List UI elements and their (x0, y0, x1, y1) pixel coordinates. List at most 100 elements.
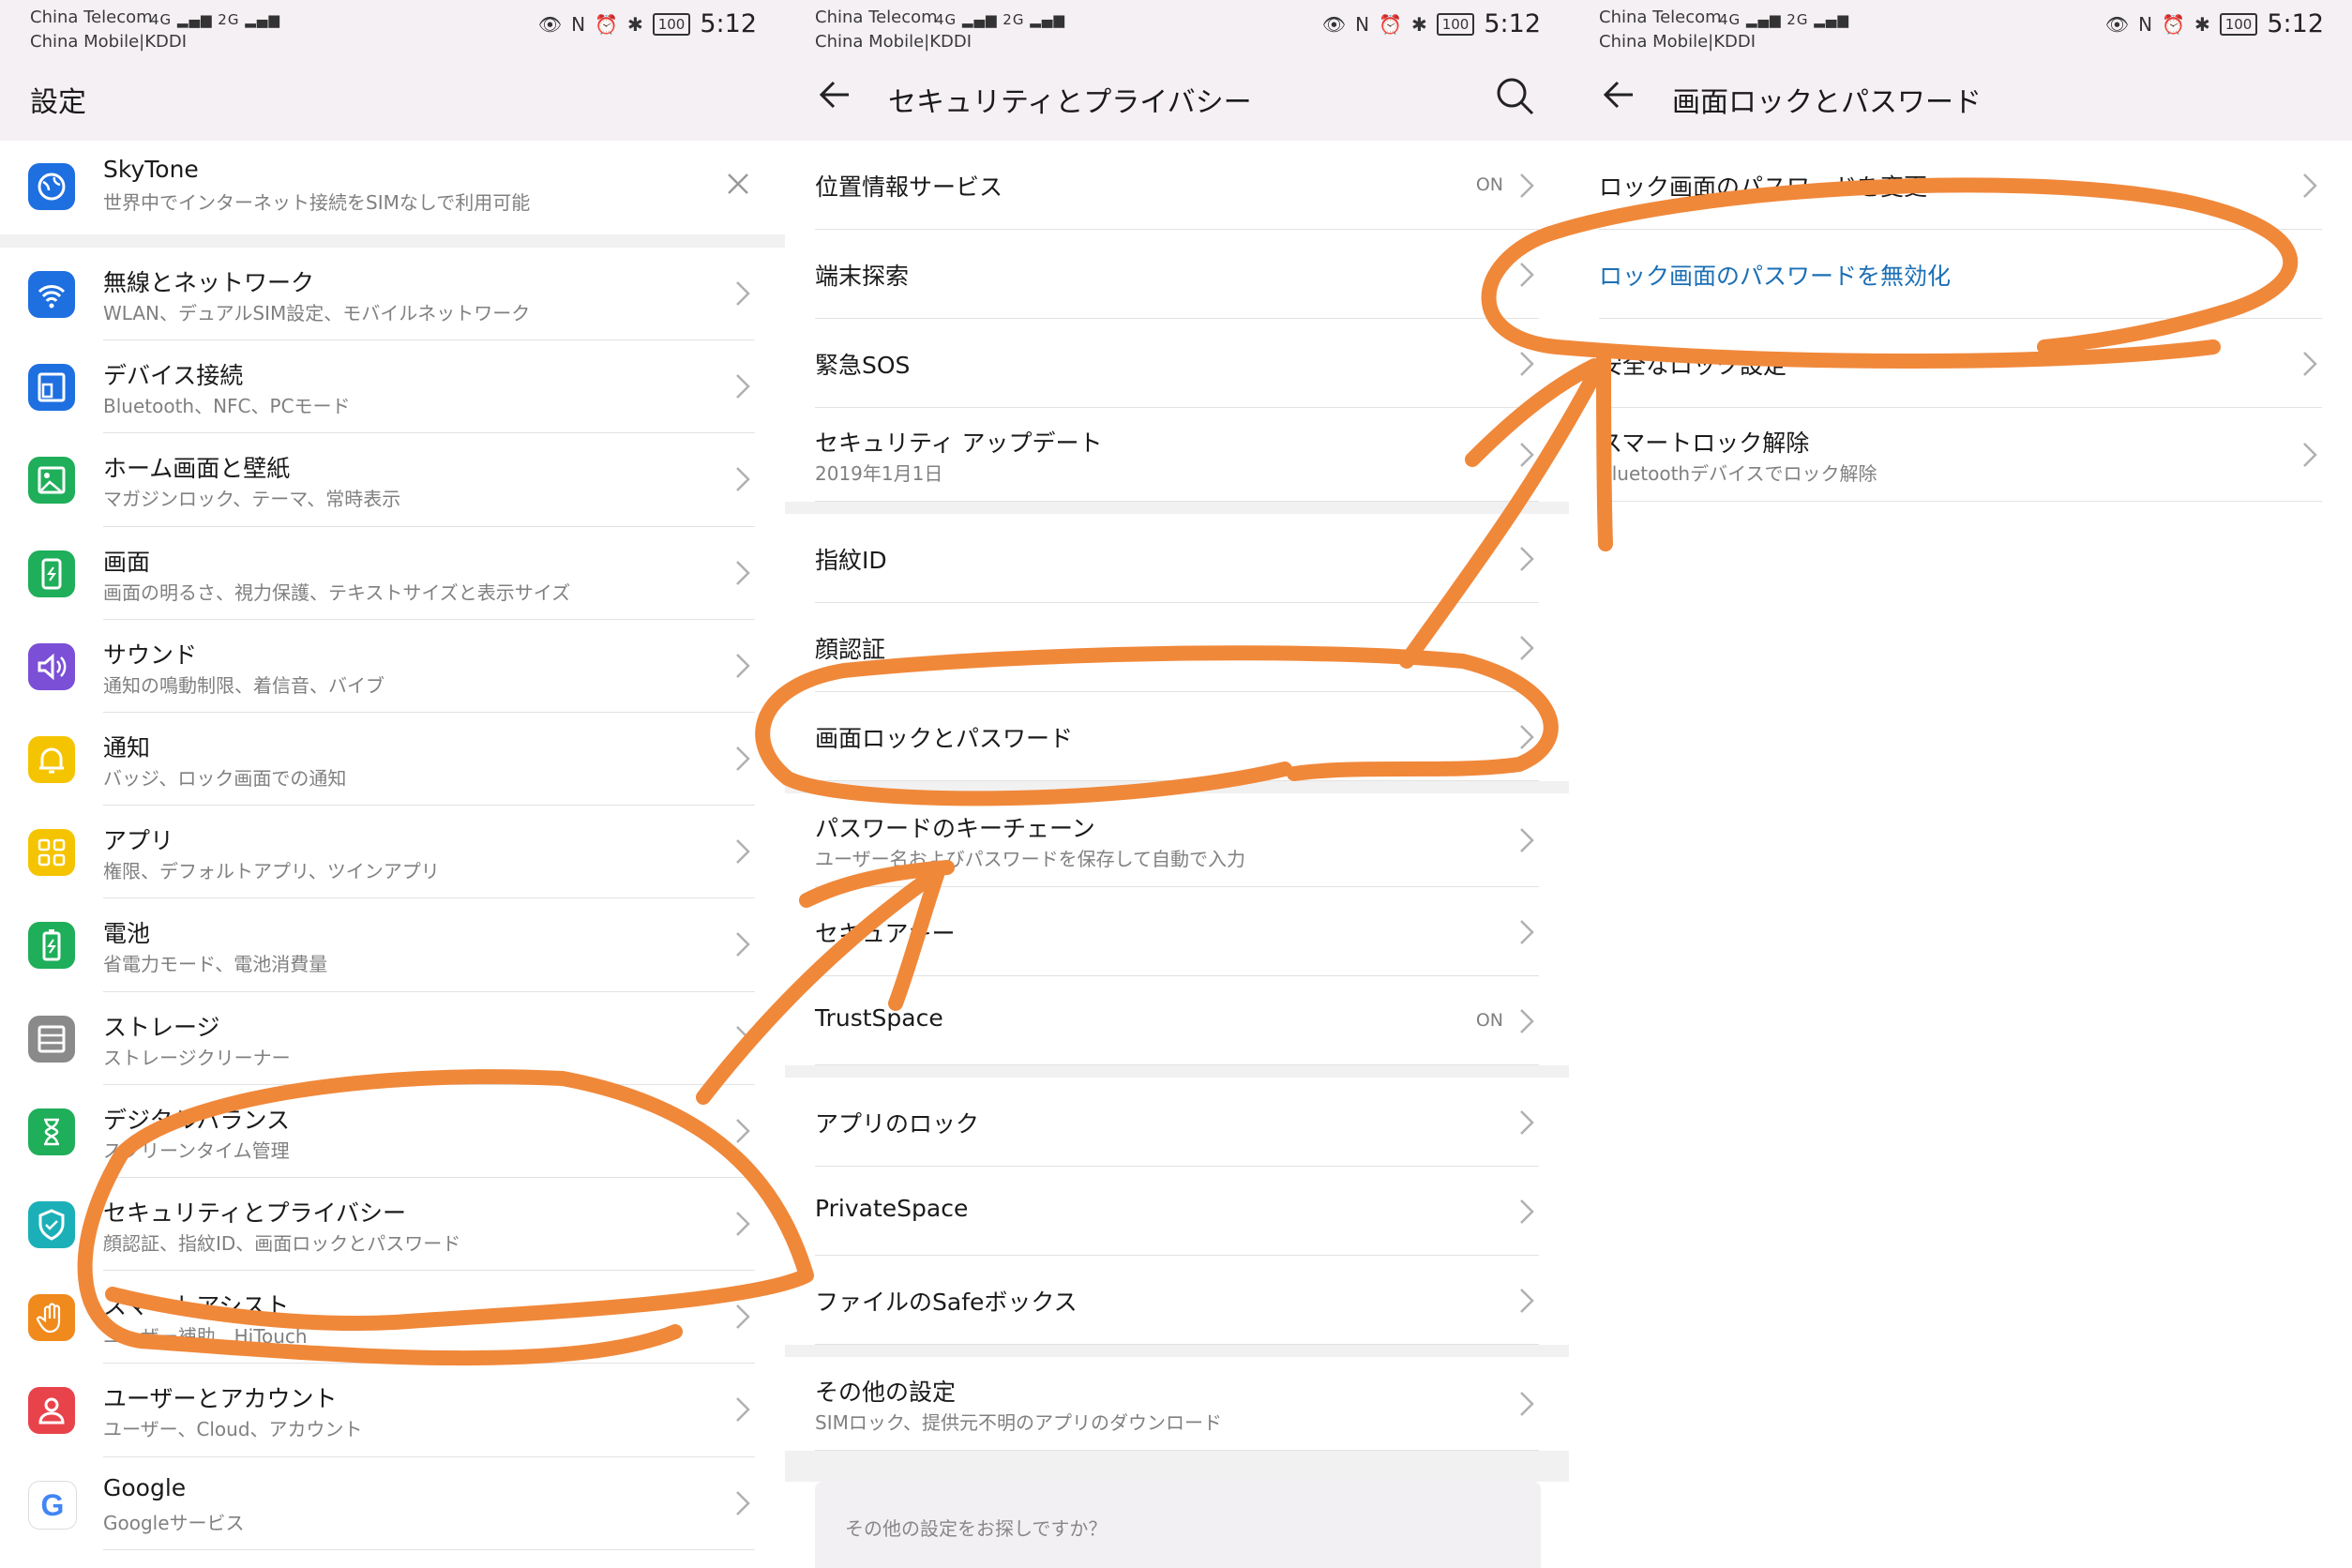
security-item-7[interactable]: パスワードのキーチェーン ユーザー名およびパスワードを保存して自動で入力 (785, 793, 1569, 887)
chevron-right-icon (734, 745, 751, 773)
hourglass-icon (28, 1108, 75, 1155)
status-on-label: ON (1475, 1009, 1503, 1031)
settings-item-5[interactable]: 通知 バッジ、ロック画面での通知 (0, 713, 785, 807)
lock-item-title: スマートロック解除 (1599, 430, 1810, 457)
close-icon[interactable] (725, 171, 751, 197)
settings-item-4[interactable]: サウンド 通知の鳴動制限、着信音、バイブ (0, 620, 785, 713)
chevron-right-icon (1518, 261, 1535, 289)
chevron-right-icon (1518, 1007, 1535, 1035)
security-item-8[interactable]: セキュアキー (785, 887, 1569, 976)
settings-item-2[interactable]: ホーム画面と壁紙 マガジンロック、テーマ、常時表示 (0, 433, 785, 527)
chevron-right-icon (734, 465, 751, 493)
bluetooth-icon: ✱ (1410, 12, 1427, 36)
eye-icon: 👁 (2104, 12, 2130, 36)
security-item-0[interactable]: 位置情報サービス ON (785, 141, 1569, 230)
security-item-4[interactable]: 指紋ID (785, 514, 1569, 603)
settings-item-0[interactable]: 無線とネットワーク WLAN、デュアルSIM設定、モバイルネットワーク (0, 248, 785, 341)
carrier-2: China Mobile|KDDI (30, 32, 188, 52)
security-item-title: PrivateSpace (815, 1195, 969, 1222)
security-item-6[interactable]: 画面ロックとパスワード (785, 692, 1569, 781)
chevron-right-icon (2301, 441, 2318, 469)
settings-item-12[interactable]: ユーザーとアカウント ユーザー、Cloud、アカウント (0, 1364, 785, 1457)
settings-item-1[interactable]: デバイス接続 Bluetooth、NFC、PCモード (0, 340, 785, 434)
settings-item-title: ホーム画面と壁紙 (103, 455, 291, 483)
settings-item-6[interactable]: アプリ 権限、デフォルトアプリ、ツインアプリ (0, 806, 785, 899)
app-bar: 設定 (0, 58, 785, 141)
settings-item-title: ストレージ (103, 1013, 220, 1041)
settings-item-8[interactable]: ストレージストレージクリーナー (0, 992, 785, 1085)
settings-item-3[interactable]: 画面 画面の明るさ、視力保護、テキストサイズと表示サイズ (0, 527, 785, 620)
settings-item-subtitle: Bluetooth、NFC、PCモード (103, 395, 351, 418)
storage-icon (28, 1015, 75, 1063)
eye-icon: 👁 (1321, 12, 1347, 36)
settings-item-subtitle: ユーザー、Cloud、アカウント (103, 1418, 363, 1441)
settings-item-subtitle: ストレージクリーナー (103, 1046, 291, 1069)
settings-item-title: 通知 (103, 734, 151, 761)
wifi-icon (28, 271, 75, 318)
lock-item-2[interactable]: 安全なロック設定 (1569, 319, 2352, 408)
security-item-11[interactable]: PrivateSpace (785, 1167, 1569, 1256)
sound-icon (28, 642, 75, 690)
search-suggestion-text: その他の設定をお探しですか？ (845, 1517, 1108, 1540)
security-item-12[interactable]: ファイルのSafeボックス (785, 1256, 1569, 1345)
security-item-5[interactable]: 顔認証 (785, 603, 1569, 692)
nfc-icon: N (1355, 12, 1370, 36)
app-bar: セキュリティとプライバシー (785, 58, 1569, 141)
security-item-title: 顔認証 (815, 636, 886, 663)
security-item-2[interactable]: 緊急SOS (785, 319, 1569, 408)
section-divider (785, 1345, 1569, 1357)
security-item-title: 端末探索 (815, 263, 910, 290)
settings-item-subtitle: スクリーンタイム管理 (103, 1138, 290, 1162)
security-item-3[interactable]: セキュリティ アップデート 2019年1月1日 (785, 408, 1569, 502)
status-right: 👁 N ⏰ ✱ 100 5:12 (2105, 9, 2324, 38)
settings-item-7[interactable]: 電池 省電力モード、電池消費量 (0, 898, 785, 992)
section-divider (785, 502, 1569, 514)
device-connection-icon (28, 364, 75, 412)
settings-item-11[interactable]: スマートアシスト ユーザー補助、HiTouch (0, 1271, 785, 1364)
signal-icon: 4G ▂▄▆ 2G ▂▄▆ (935, 11, 1065, 28)
settings-item-subtitle: 画面の明るさ、視力保護、テキストサイズと表示サイズ (103, 580, 571, 604)
settings-item-9[interactable]: デジタルバランス スクリーンタイム管理 (0, 1085, 785, 1178)
row-separator (815, 1344, 1539, 1345)
row-separator (103, 1548, 755, 1550)
back-arrow-icon[interactable] (1595, 71, 1642, 118)
display-icon (28, 550, 75, 597)
lock-item-0[interactable]: ロック画面のパスワードを変更 (1569, 141, 2352, 230)
google-icon: G (28, 1480, 77, 1530)
chevron-right-icon (734, 930, 751, 958)
settings-item-subtitle: ユーザー補助、HiTouch (103, 1325, 308, 1349)
search-suggestion-box[interactable]: その他の設定をお探しですか？ (815, 1482, 1541, 1568)
screen-lock-panel: China Telecom China Mobile|KDDI 4G ▂▄▆ 2… (1569, 0, 2352, 1568)
security-item-10[interactable]: アプリのロック (785, 1078, 1569, 1167)
skytone-card[interactable]: SkyTone 世界中でインターネット接続をSIMなしで利用可能 (0, 141, 785, 234)
chevron-right-icon (1518, 918, 1535, 946)
chevron-right-icon (1518, 723, 1535, 751)
security-privacy-panel: China Telecom China Mobile|KDDI 4G ▂▄▆ 2… (785, 0, 1569, 1568)
security-item-title: 画面ロックとパスワード (815, 725, 1074, 752)
lock-item-3[interactable]: スマートロック解除 Bluetoothデバイスでロック解除 (1569, 408, 2352, 502)
settings-item-title: セキュリティとプライバシー (103, 1199, 407, 1227)
settings-item-subtitle: 顔認証、指紋ID、画面ロックとパスワード (103, 1232, 461, 1255)
chevron-right-icon (1518, 1198, 1535, 1226)
back-arrow-icon[interactable] (811, 71, 858, 118)
security-item-13[interactable]: その他の設定 SIMロック、提供元不明のアプリのダウンロード (785, 1357, 1569, 1451)
shield-icon (28, 1201, 75, 1248)
skytone-icon (28, 163, 75, 210)
security-item-1[interactable]: 端末探索 (785, 230, 1569, 319)
carrier-2: China Mobile|KDDI (815, 32, 972, 52)
settings-item-13[interactable]: G Google Googleサービス (0, 1457, 785, 1550)
chevron-right-icon (1518, 1287, 1535, 1315)
alarm-icon: ⏰ (2162, 12, 2185, 36)
security-item-title: アプリのロック (815, 1110, 980, 1138)
wallpaper-icon (28, 457, 75, 505)
security-item-9[interactable]: TrustSpace ON (785, 976, 1569, 1065)
skytone-title: SkyTone (103, 156, 199, 183)
lock-item-1[interactable]: ロック画面のパスワードを無効化 (1569, 230, 2352, 319)
settings-item-10[interactable]: セキュリティとプライバシー顔認証、指紋ID、画面ロックとパスワード (0, 1178, 785, 1272)
search-icon[interactable] (1490, 71, 1541, 122)
app-bar: 画面ロックとパスワード (1569, 58, 2352, 141)
security-item-title: セキュリティ アップデート (815, 430, 1103, 457)
chevron-right-icon (734, 1024, 751, 1052)
chevron-right-icon (1518, 545, 1535, 573)
chevron-right-icon (1518, 634, 1535, 662)
